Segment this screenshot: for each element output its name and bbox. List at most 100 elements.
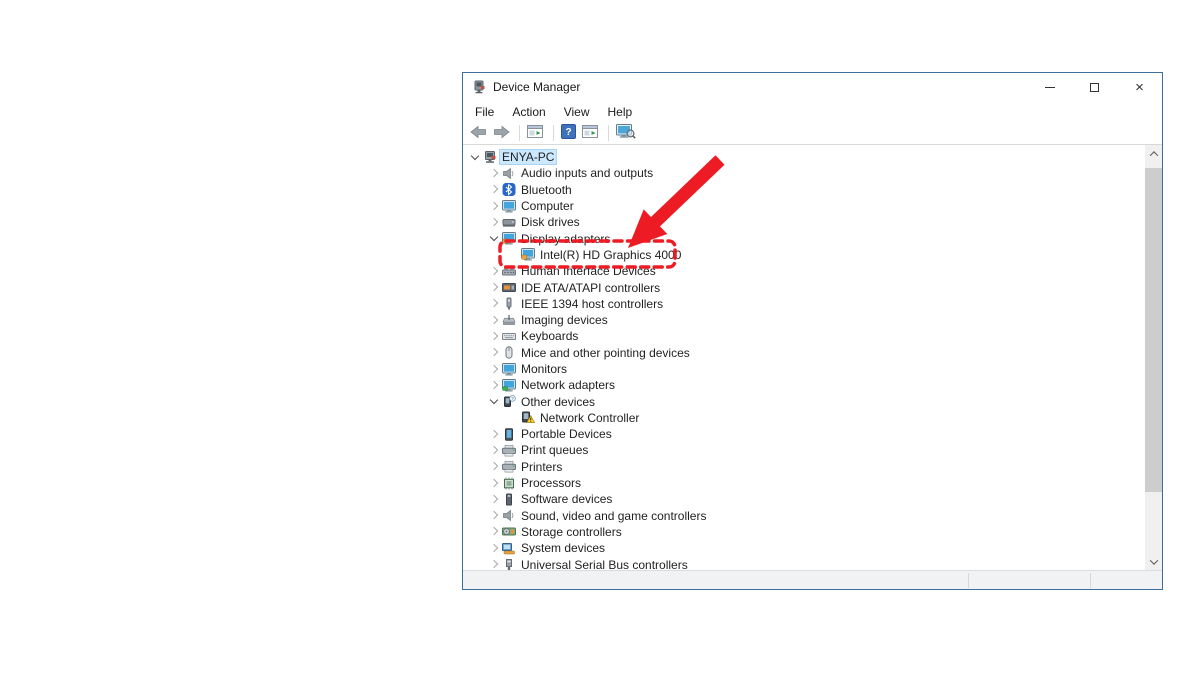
tree-item-monitors[interactable]: Monitors (463, 361, 1145, 377)
svg-text:?: ? (565, 127, 571, 138)
properties-window-button[interactable] (580, 123, 601, 143)
content-area: ENYA-PCAudio inputs and outputs Bluetooth… (463, 145, 1162, 570)
close-button[interactable]: × (1117, 73, 1162, 101)
tree-item-keyboards[interactable]: Keyboards (463, 328, 1145, 344)
tree-item-processors[interactable]: Processors (463, 475, 1145, 491)
tree-item-label: Keyboards (519, 329, 580, 343)
tree-item-disk-drives[interactable]: Disk drives (463, 214, 1145, 230)
device-manager-app-icon (471, 79, 487, 95)
other-icon: ? (502, 395, 516, 408)
back-arrow-button[interactable] (468, 124, 489, 143)
chevron-collapsed-icon[interactable] (488, 167, 501, 180)
bluetooth-icon (502, 183, 516, 196)
tree-item-computer[interactable]: Computer (463, 198, 1145, 214)
scroll-up-button[interactable] (1145, 145, 1162, 162)
monitor-icon (502, 363, 516, 376)
menu-bar: FileActionViewHelp (463, 101, 1162, 122)
tree-item-bluetooth[interactable]: Bluetooth (463, 182, 1145, 198)
tree-item-label: Disk drives (519, 215, 582, 229)
tree-item-network-controller[interactable]: Network Controller (463, 410, 1145, 426)
status-divider (1090, 573, 1091, 588)
device-manager-window: Device Manager × FileActionViewHelp ? EN… (462, 72, 1163, 590)
tree-item-human-interface-devices[interactable]: Human Interface Devices (463, 263, 1145, 279)
chevron-collapsed-icon[interactable] (488, 428, 501, 441)
tree-item-label: Computer (519, 199, 576, 213)
chevron-down-icon (1149, 556, 1157, 564)
tree-item-enya-pc[interactable]: ENYA-PC (463, 149, 1145, 165)
chevron-collapsed-icon[interactable] (488, 216, 501, 229)
tree-item-intel-r-hd-graphics-4000[interactable]: Intel(R) HD Graphics 4000 (463, 247, 1145, 263)
tree-item-label: Sound, video and game controllers (519, 509, 708, 523)
chevron-collapsed-icon[interactable] (488, 265, 501, 278)
tree-item-label: Monitors (519, 362, 569, 376)
scan-hardware-button[interactable] (614, 123, 638, 143)
tree-item-label: Audio inputs and outputs (519, 166, 655, 180)
help-button[interactable]: ? (559, 123, 578, 143)
chevron-collapsed-icon[interactable] (488, 509, 501, 522)
menu-item-file[interactable]: File (466, 103, 503, 121)
chevron-collapsed-icon[interactable] (488, 183, 501, 196)
tree-item-label: IEEE 1394 host controllers (519, 297, 665, 311)
chevron-collapsed-icon[interactable] (488, 525, 501, 538)
desktop-canvas: Device Manager × FileActionViewHelp ? EN… (0, 0, 1200, 675)
chevron-expanded-icon[interactable] (469, 151, 482, 164)
tree-item-storage-controllers[interactable]: Storage controllers (463, 524, 1145, 540)
status-divider (968, 573, 969, 588)
svg-text:?: ? (511, 396, 514, 401)
chevron-collapsed-icon[interactable] (488, 314, 501, 327)
console-tree-window-button[interactable] (525, 123, 546, 143)
hid-icon (502, 265, 516, 278)
tree-item-universal-serial-bus-controllers[interactable]: Universal Serial Bus controllers (463, 556, 1145, 570)
properties-window-icon (582, 124, 599, 142)
vertical-scrollbar[interactable] (1145, 145, 1162, 570)
minimize-icon (1045, 87, 1055, 88)
chevron-collapsed-icon[interactable] (488, 542, 501, 555)
tree-item-label: Storage controllers (519, 525, 624, 539)
chevron-collapsed-icon[interactable] (488, 558, 501, 570)
chevron-up-icon (1149, 151, 1157, 159)
chevron-collapsed-icon[interactable] (488, 477, 501, 490)
title-bar[interactable]: Device Manager × (463, 73, 1162, 101)
tree-item-mice-and-other-pointing-devices[interactable]: Mice and other pointing devices (463, 345, 1145, 361)
tree-item-audio-inputs-and-outputs[interactable]: Audio inputs and outputs (463, 165, 1145, 181)
forward-arrow-icon (493, 125, 510, 142)
chevron-collapsed-icon[interactable] (488, 379, 501, 392)
chevron-collapsed-icon[interactable] (488, 493, 501, 506)
maximize-button[interactable] (1072, 73, 1117, 101)
tree-item-label: Network Controller (538, 411, 641, 425)
minimize-button[interactable] (1027, 73, 1072, 101)
chevron-collapsed-icon[interactable] (488, 281, 501, 294)
menu-item-action[interactable]: Action (503, 103, 554, 121)
chevron-collapsed-icon[interactable] (488, 460, 501, 473)
tree-item-ieee-1394-host-controllers[interactable]: IEEE 1394 host controllers (463, 296, 1145, 312)
tree-item-software-devices[interactable]: Software devices (463, 491, 1145, 507)
chevron-collapsed-icon[interactable] (488, 200, 501, 213)
tree-item-imaging-devices[interactable]: Imaging devices (463, 312, 1145, 328)
chevron-expanded-icon[interactable] (488, 395, 501, 408)
tree-item-portable-devices[interactable]: Portable Devices (463, 426, 1145, 442)
chevron-expanded-icon[interactable] (488, 232, 501, 245)
tree-item-system-devices[interactable]: System devices (463, 540, 1145, 556)
scroll-down-button[interactable] (1145, 553, 1162, 570)
tree-item-label: Software devices (519, 492, 614, 506)
menu-item-help[interactable]: Help (599, 103, 642, 121)
scrollbar-thumb[interactable] (1145, 168, 1162, 492)
forward-arrow-button[interactable] (491, 124, 512, 143)
menu-item-view[interactable]: View (555, 103, 599, 121)
ieee1394-icon (502, 297, 516, 310)
chevron-collapsed-icon[interactable] (488, 297, 501, 310)
tree-item-ide-ata-atapi-controllers[interactable]: IDE ATA/ATAPI controllers (463, 279, 1145, 295)
tree-item-label: Universal Serial Bus controllers (519, 558, 690, 570)
tree-item-print-queues[interactable]: Print queues (463, 442, 1145, 458)
tree-item-network-adapters[interactable]: Network adapters (463, 377, 1145, 393)
chevron-collapsed-icon[interactable] (488, 444, 501, 457)
chevron-collapsed-icon[interactable] (488, 330, 501, 343)
chevron-collapsed-icon[interactable] (488, 346, 501, 359)
chevron-collapsed-icon[interactable] (488, 363, 501, 376)
tree-item-label: Intel(R) HD Graphics 4000 (538, 248, 683, 262)
tree-item-sound-video-and-game-controllers[interactable]: Sound, video and game controllers (463, 508, 1145, 524)
system-icon (502, 542, 516, 555)
tree-item-other-devices[interactable]: ?Other devices (463, 393, 1145, 409)
tree-item-printers[interactable]: Printers (463, 459, 1145, 475)
tree-item-display-adapters[interactable]: Display adapters (463, 230, 1145, 246)
